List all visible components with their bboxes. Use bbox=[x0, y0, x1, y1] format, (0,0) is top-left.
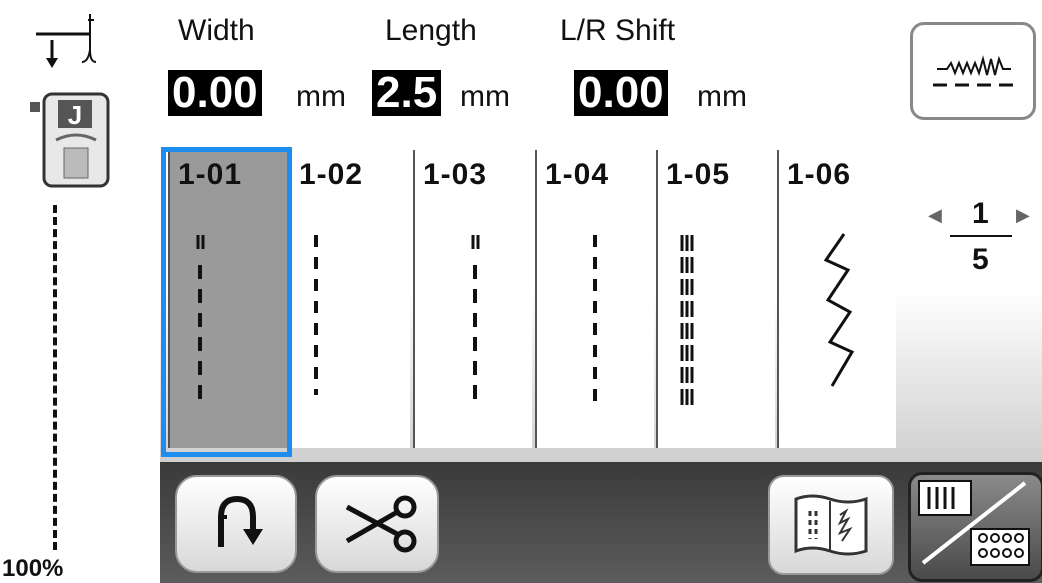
page-next-icon[interactable]: ▶ bbox=[1016, 205, 1030, 226]
page-prev-icon[interactable]: ◀ bbox=[928, 205, 942, 226]
stitch-label: 1-02 bbox=[299, 158, 364, 191]
shift-value: 0.00 bbox=[574, 70, 668, 116]
left-status-column: J 100% bbox=[0, 0, 120, 583]
width-value: 0.00 bbox=[168, 70, 262, 116]
stitch-cell-1-06[interactable]: 1-06 bbox=[777, 150, 896, 448]
category-switch-button[interactable] bbox=[908, 472, 1042, 582]
category-switch-icon bbox=[918, 480, 1030, 566]
zoom-label: 100% bbox=[2, 555, 64, 582]
width-label: Width bbox=[178, 14, 255, 47]
stitch-length-line bbox=[53, 205, 57, 550]
stitch-pattern-icon bbox=[823, 233, 855, 387]
reverse-stitch-icon bbox=[218, 495, 263, 547]
stitch-cell-1-05[interactable]: 1-05 bbox=[656, 150, 775, 448]
stitch-label: 1-04 bbox=[545, 158, 610, 191]
current-page: 1 bbox=[972, 197, 989, 230]
stitch-pattern-icon bbox=[680, 235, 694, 407]
page-divider bbox=[950, 235, 1012, 237]
stitch-label: 1-05 bbox=[666, 158, 731, 191]
shift-label: L/R Shift bbox=[560, 14, 676, 47]
reverse-stitch-button[interactable] bbox=[175, 475, 297, 573]
stitch-preview-button[interactable] bbox=[910, 22, 1036, 120]
svg-text:J: J bbox=[68, 100, 82, 130]
presser-foot-icon: J bbox=[30, 92, 110, 188]
width-unit: mm bbox=[296, 80, 346, 113]
stitch-label: 1-03 bbox=[423, 158, 488, 191]
stitch-pattern-icon bbox=[471, 235, 480, 405]
scissors-icon bbox=[345, 495, 417, 553]
length-unit: mm bbox=[460, 80, 510, 113]
length-value: 2.5 bbox=[372, 70, 442, 116]
stitch-pattern-icon bbox=[593, 235, 597, 405]
thread-cut-button[interactable] bbox=[315, 475, 439, 573]
stitch-cell-1-02[interactable]: 1-02 bbox=[291, 150, 410, 448]
manual-button[interactable] bbox=[768, 475, 894, 575]
shift-unit: mm bbox=[697, 80, 747, 113]
stitch-pattern-icon bbox=[314, 235, 318, 395]
page-indicator: ◀ 1 5 ▶ bbox=[920, 195, 1042, 295]
stitch-label: 1-06 bbox=[787, 158, 852, 191]
manual-book-icon bbox=[794, 494, 868, 556]
needle-position-icon bbox=[36, 14, 97, 68]
total-pages: 5 bbox=[972, 243, 989, 276]
stitch-cell-1-03[interactable]: 1-03 bbox=[413, 150, 532, 448]
stitch-preview-icon bbox=[933, 55, 1013, 87]
stitch-cell-1-04[interactable]: 1-04 bbox=[535, 150, 654, 448]
selection-frame bbox=[161, 147, 292, 457]
length-label: Length bbox=[385, 14, 477, 47]
